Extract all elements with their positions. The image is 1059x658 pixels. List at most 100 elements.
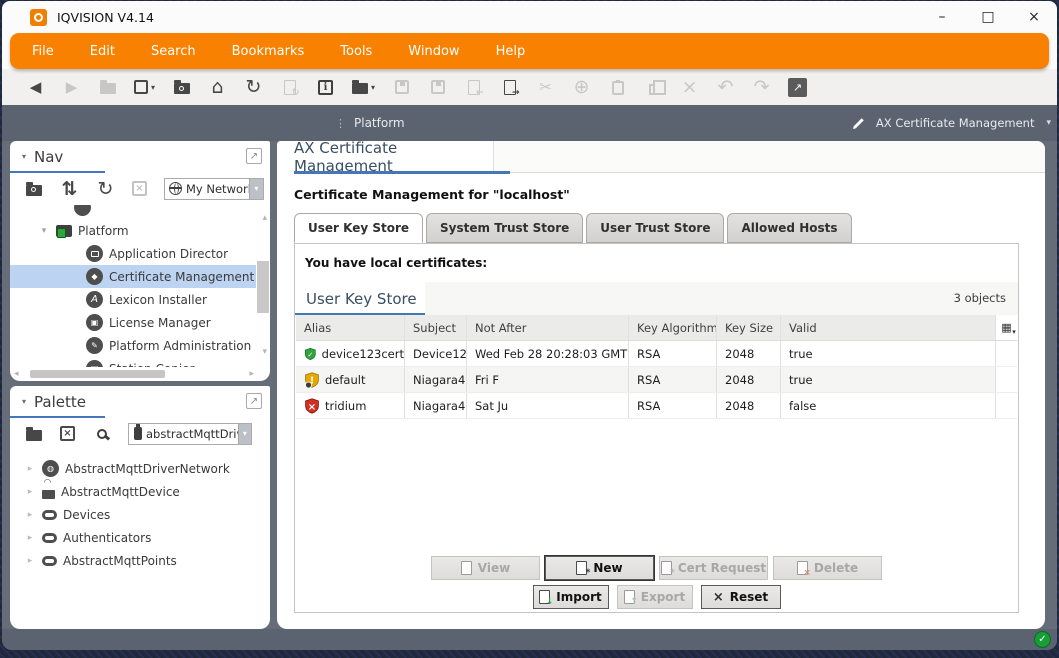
nav-close-view-icon[interactable]: × bbox=[132, 181, 147, 196]
save-all-icon[interactable] bbox=[428, 77, 447, 97]
tree-item-application-director[interactable]: Application Director bbox=[10, 242, 256, 265]
menu-window[interactable]: Window bbox=[394, 44, 473, 59]
tree-item-abstractmqttpoints[interactable]: ▸ AbstractMqttPoints bbox=[10, 549, 270, 572]
import-button[interactable]: ↓ Import bbox=[533, 585, 609, 609]
tree-collapsed-icon[interactable]: ▸ bbox=[24, 510, 36, 520]
menu-bookmarks[interactable]: Bookmarks bbox=[218, 44, 319, 59]
reload-page-icon[interactable]: ↻ bbox=[280, 77, 299, 97]
back-icon[interactable]: ◀ bbox=[26, 77, 45, 97]
network-selector[interactable]: My Network ▾ bbox=[164, 178, 264, 200]
tree-item-abstractmqttdevice[interactable]: ▸ AbstractMqttDevice bbox=[10, 480, 270, 503]
connection-status-icon[interactable]: ✓ bbox=[1034, 631, 1051, 648]
refresh-icon[interactable]: ↻ bbox=[244, 77, 263, 97]
tree-item-certificate-management[interactable]: ◆ Certificate Management bbox=[10, 265, 256, 288]
cert-request-button[interactable]: * Cert Request bbox=[659, 556, 768, 580]
nav-collapse-icon[interactable]: ▾ bbox=[22, 152, 26, 161]
scroll-left-icon[interactable]: ◂ bbox=[14, 369, 19, 379]
menu-edit[interactable]: Edit bbox=[76, 44, 129, 59]
vertical-scrollbar-thumb[interactable] bbox=[257, 261, 269, 313]
horizontal-scrollbar[interactable]: ◂ ▸ bbox=[10, 369, 256, 379]
close-palette-icon[interactable]: × bbox=[60, 426, 75, 441]
tree-item-partial[interactable] bbox=[10, 205, 256, 219]
palette-popout-icon[interactable]: ↗ bbox=[246, 393, 262, 409]
tab-user-key-store[interactable]: User Key Store bbox=[294, 213, 423, 243]
import-file-icon[interactable]: ← bbox=[464, 77, 483, 97]
sort-icon[interactable]: ⇅ bbox=[60, 179, 79, 199]
export-file-icon[interactable]: → bbox=[500, 77, 519, 97]
nav-popout-icon[interactable]: ↗ bbox=[246, 148, 262, 164]
nav-refresh-icon[interactable]: ↻ bbox=[96, 179, 115, 199]
view-selector[interactable]: AX Certificate Management bbox=[876, 116, 1035, 130]
column-header-key-algorithm[interactable]: Key Algorithm bbox=[629, 315, 717, 340]
column-header-key-size[interactable]: Key Size bbox=[717, 315, 781, 340]
scroll-up-icon[interactable]: ▴ bbox=[262, 213, 267, 223]
column-header-valid[interactable]: Valid bbox=[781, 315, 996, 340]
column-config-icon[interactable]: ▦▾ bbox=[996, 315, 1017, 340]
tree-item-station-copier[interactable]: ▤ Station Copier bbox=[10, 357, 256, 367]
module-selector-arrow-icon[interactable]: ▾ bbox=[238, 424, 251, 444]
tree-collapsed-icon[interactable]: ▸ bbox=[24, 464, 36, 474]
paste-icon[interactable] bbox=[608, 77, 627, 97]
tree-item-lexicon-installer[interactable]: A Lexicon Installer bbox=[10, 288, 256, 311]
view-button[interactable]: View bbox=[431, 556, 540, 580]
save-icon[interactable] bbox=[392, 77, 411, 97]
menu-search[interactable]: Search bbox=[137, 44, 210, 59]
table-row[interactable]: ✓ device123cert Device123 Wed Feb 28 20:… bbox=[296, 341, 1017, 367]
column-header-subject[interactable]: Subject bbox=[405, 315, 467, 340]
forward-icon[interactable]: ▶ bbox=[62, 77, 81, 97]
open-selector[interactable]: ▾ bbox=[352, 80, 375, 94]
duplicate-icon[interactable] bbox=[644, 77, 663, 97]
tree-item-license-manager[interactable]: ▣ License Manager bbox=[10, 311, 256, 334]
tab-allowed-hosts[interactable]: Allowed Hosts bbox=[727, 213, 851, 243]
redo-icon[interactable]: ↷ bbox=[752, 77, 771, 97]
close-button[interactable]: × bbox=[1011, 1, 1057, 33]
new-folder-icon[interactable] bbox=[24, 179, 43, 199]
active-plugin-selector[interactable]: ▾ bbox=[134, 80, 155, 94]
info-icon[interactable]: i bbox=[316, 77, 335, 97]
export-button[interactable]: ↑ Export bbox=[617, 585, 693, 609]
scroll-down-icon[interactable]: ▾ bbox=[262, 347, 267, 357]
tree-collapsed-icon[interactable]: ▸ bbox=[24, 533, 36, 543]
maximize-button[interactable]: □ bbox=[965, 1, 1011, 33]
copy-icon[interactable]: ⊕ bbox=[572, 77, 591, 97]
scroll-right-icon[interactable]: ▸ bbox=[249, 369, 254, 379]
menu-file[interactable]: File bbox=[18, 44, 68, 59]
undo-icon[interactable]: ↶ bbox=[716, 77, 735, 97]
breadcrumb[interactable]: Platform bbox=[354, 116, 405, 130]
search-icon[interactable] bbox=[92, 424, 111, 444]
tree-expanded-icon[interactable]: ▾ bbox=[38, 226, 50, 236]
tab-user-trust-store[interactable]: User Trust Store bbox=[586, 213, 724, 243]
tree-item-devices[interactable]: ▸ Devices bbox=[10, 503, 270, 526]
menu-tools[interactable]: Tools bbox=[326, 44, 386, 59]
reset-button[interactable]: × Reset bbox=[701, 585, 781, 609]
tree-item-authenticators[interactable]: ▸ Authenticators bbox=[10, 526, 270, 549]
cut-icon[interactable]: ✂ bbox=[536, 77, 555, 97]
tree-item-platform-administration[interactable]: ✎ Platform Administration bbox=[10, 334, 256, 357]
column-header-not-after[interactable]: Not After bbox=[467, 315, 629, 340]
tab-system-trust-store[interactable]: System Trust Store bbox=[426, 213, 583, 243]
table-row[interactable]: × tridium Niagara4 Sat Ju RSA 2048 false bbox=[296, 393, 1017, 419]
delete-button[interactable]: × Delete bbox=[773, 556, 882, 580]
new-button[interactable]: * New bbox=[545, 556, 654, 580]
view-selector-arrow-icon[interactable]: ▾ bbox=[1046, 118, 1051, 128]
delete-icon[interactable]: × bbox=[680, 77, 699, 97]
menu-help[interactable]: Help bbox=[482, 44, 540, 59]
tree-item-abstractmqttdrivernetwork[interactable]: ▸ ◍ AbstractMqttDriverNetwork bbox=[10, 457, 270, 480]
breadcrumb-overflow-icon[interactable]: ⋮ bbox=[335, 117, 346, 130]
tree-item-platform[interactable]: ▾ Platform bbox=[10, 219, 256, 242]
recent-history-icon[interactable] bbox=[172, 77, 191, 97]
table-row[interactable]: ! default Niagara4 Fri F RSA 2048 true bbox=[296, 367, 1017, 393]
home-icon[interactable]: ⌂ bbox=[208, 77, 227, 97]
minimize-button[interactable]: – bbox=[919, 1, 965, 33]
network-selector-arrow-icon[interactable]: ▾ bbox=[249, 179, 263, 199]
module-selector[interactable]: abstractMqttDriver ▾ bbox=[128, 423, 252, 445]
tab-ax-certificate-management[interactable]: AX Certificate Management bbox=[277, 141, 494, 173]
popout-icon[interactable]: ↗ bbox=[788, 77, 807, 97]
edit-pencil-icon[interactable] bbox=[851, 116, 866, 131]
up-level-icon[interactable] bbox=[98, 77, 117, 97]
horizontal-scrollbar-thumb[interactable] bbox=[30, 370, 165, 378]
tree-collapsed-icon[interactable]: ▸ bbox=[24, 487, 36, 497]
open-palette-icon[interactable] bbox=[24, 424, 43, 444]
column-header-alias[interactable]: Alias bbox=[296, 315, 405, 340]
palette-collapse-icon[interactable]: ▾ bbox=[22, 397, 26, 406]
